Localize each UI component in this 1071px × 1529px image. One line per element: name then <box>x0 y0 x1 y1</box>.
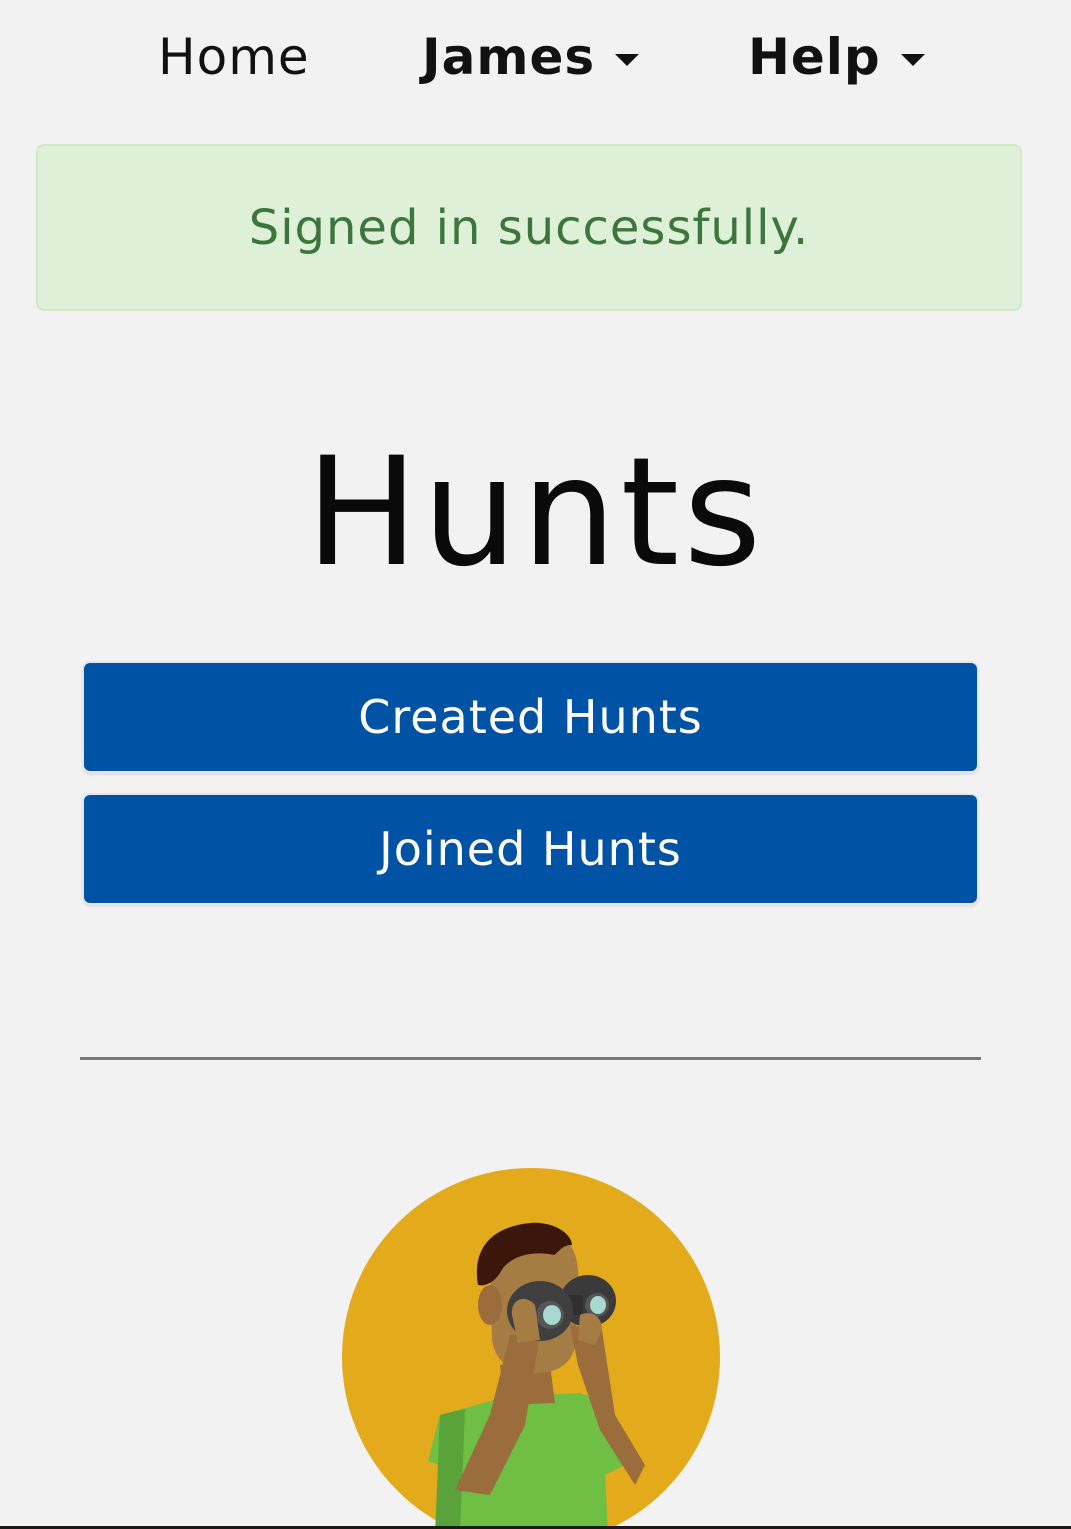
caret-down-icon <box>900 54 925 66</box>
created-hunts-label: Created Hunts <box>358 690 703 744</box>
user-menu-dropdown[interactable]: James <box>422 22 640 92</box>
flash-success-alert: Signed in successfully. <box>36 144 1022 311</box>
user-menu-label: James <box>422 28 596 86</box>
help-menu-label: Help <box>748 28 881 86</box>
help-menu-dropdown[interactable]: Help <box>748 22 925 92</box>
joined-hunts-label: Joined Hunts <box>379 822 682 876</box>
person-with-binoculars-illustration <box>340 1165 722 1529</box>
nav-home-link[interactable]: Home <box>158 22 310 92</box>
joined-hunts-button[interactable]: Joined Hunts <box>82 793 979 905</box>
page-title: Hunts <box>305 426 766 600</box>
alert-message: Signed in successfully. <box>248 199 810 256</box>
section-divider <box>80 1057 981 1060</box>
nav-home-label: Home <box>158 28 310 86</box>
created-hunts-button[interactable]: Created Hunts <box>82 661 979 773</box>
caret-down-icon <box>615 54 640 66</box>
top-nav: Home James Help <box>0 0 1071 112</box>
